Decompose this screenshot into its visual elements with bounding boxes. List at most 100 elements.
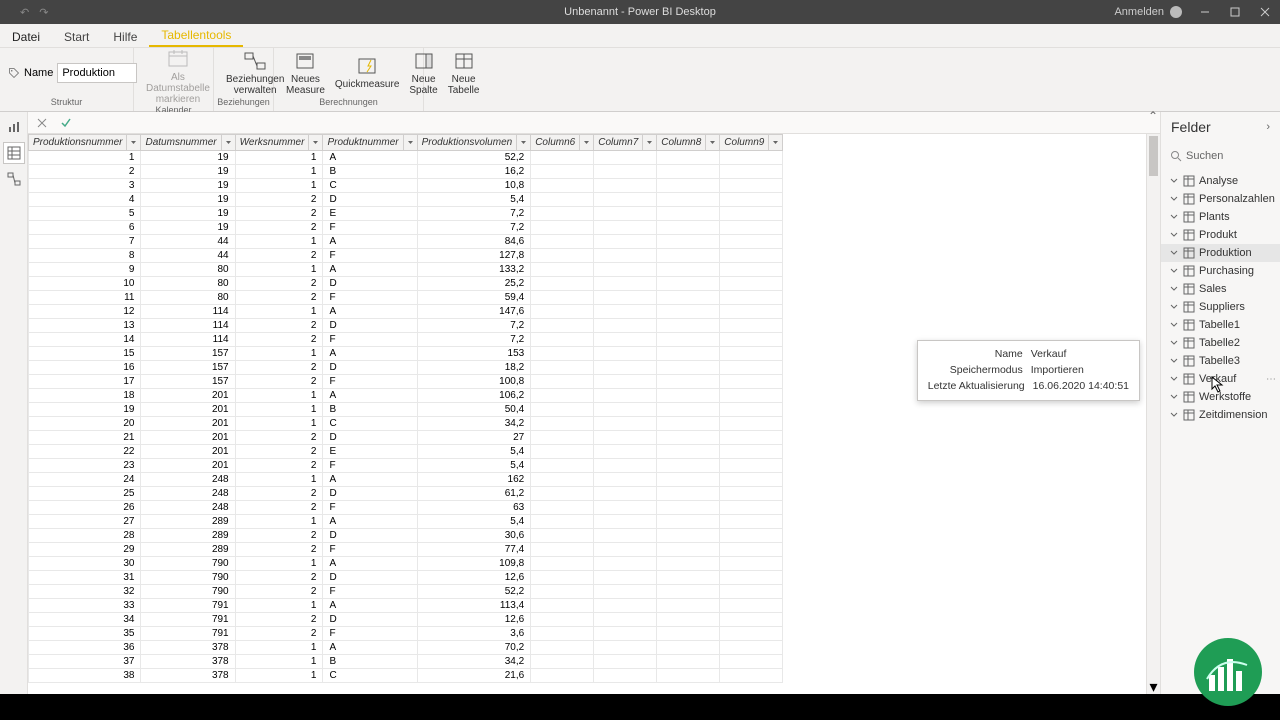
table-row[interactable]: 141142F7,2 bbox=[29, 333, 783, 347]
filter-dropdown-icon[interactable] bbox=[403, 135, 417, 150]
table-row[interactable]: 357912F3,6 bbox=[29, 627, 783, 641]
table-row[interactable]: 272891A5,4 bbox=[29, 515, 783, 529]
table-row[interactable]: 252482D61,2 bbox=[29, 487, 783, 501]
field-item-zeitdimension[interactable]: Zeitdimension⋯ bbox=[1161, 406, 1280, 424]
data-view-button[interactable] bbox=[3, 142, 25, 164]
undo-icon[interactable]: ↶ bbox=[20, 6, 29, 19]
table-row[interactable]: 10802D25,2 bbox=[29, 277, 783, 291]
column-header[interactable]: Column6 bbox=[531, 135, 594, 151]
tab-home[interactable]: Start bbox=[52, 26, 101, 47]
filter-dropdown-icon[interactable] bbox=[768, 135, 782, 150]
column-header[interactable]: Column7 bbox=[594, 135, 657, 151]
table-row[interactable]: 11802F59,4 bbox=[29, 291, 783, 305]
table-row[interactable]: 9801A133,2 bbox=[29, 263, 783, 277]
table-row[interactable]: 3191C10,8 bbox=[29, 179, 783, 193]
table-row[interactable]: 292892F77,4 bbox=[29, 543, 783, 557]
formula-cancel-icon[interactable] bbox=[34, 115, 50, 131]
filter-dropdown-icon[interactable] bbox=[516, 135, 530, 150]
table-row[interactable]: 6192F7,2 bbox=[29, 221, 783, 235]
collapse-ribbon-icon[interactable]: ⌃ bbox=[1148, 109, 1158, 123]
tab-tabletools[interactable]: Tabellentools bbox=[149, 24, 243, 47]
table-row[interactable]: 131142D7,2 bbox=[29, 319, 783, 333]
table-row[interactable]: 1191A52,2 bbox=[29, 151, 783, 165]
table-row[interactable]: 182011A106,2 bbox=[29, 389, 783, 403]
table-name-input[interactable] bbox=[57, 63, 137, 83]
redo-icon[interactable]: ↷ bbox=[39, 6, 48, 19]
field-item-purchasing[interactable]: Purchasing⋯ bbox=[1161, 262, 1280, 280]
signin-button[interactable]: Anmelden bbox=[1106, 6, 1190, 18]
column-header[interactable]: Column8 bbox=[657, 135, 720, 151]
table-row[interactable]: 307901A109,8 bbox=[29, 557, 783, 571]
table-row[interactable]: 8442F127,8 bbox=[29, 249, 783, 263]
table-row[interactable]: 121141A147,6 bbox=[29, 305, 783, 319]
filter-dropdown-icon[interactable] bbox=[308, 135, 322, 150]
more-icon[interactable]: ⋯ bbox=[1266, 374, 1276, 385]
table-icon bbox=[1183, 229, 1195, 241]
column-header[interactable]: Werksnummer bbox=[235, 135, 323, 151]
table-row[interactable]: 262482F63 bbox=[29, 501, 783, 515]
field-item-analyse[interactable]: Analyse⋯ bbox=[1161, 172, 1280, 190]
field-item-tabelle1[interactable]: Tabelle1⋯ bbox=[1161, 316, 1280, 334]
filter-dropdown-icon[interactable] bbox=[126, 135, 140, 150]
tab-help[interactable]: Hilfe bbox=[101, 26, 149, 47]
field-item-suppliers[interactable]: Suppliers⋯ bbox=[1161, 298, 1280, 316]
new-measure-button[interactable]: Neues Measure bbox=[282, 50, 329, 96]
filter-dropdown-icon[interactable] bbox=[642, 135, 656, 150]
table-row[interactable]: 192011B50,4 bbox=[29, 403, 783, 417]
chevron-down-icon bbox=[1169, 410, 1179, 420]
column-header[interactable]: Produktionsvolumen bbox=[417, 135, 531, 151]
table-row[interactable]: 222012E5,4 bbox=[29, 445, 783, 459]
minimize-button[interactable] bbox=[1190, 0, 1220, 24]
mark-datetable-button[interactable]: Als Datumstabelle markieren bbox=[142, 48, 214, 105]
column-header[interactable]: Produktnummer bbox=[323, 135, 417, 151]
table-row[interactable]: 383781C21,6 bbox=[29, 669, 783, 683]
column-header[interactable]: Produktionsnummer bbox=[29, 135, 141, 151]
new-table-button[interactable]: Neue Tabelle bbox=[444, 50, 484, 96]
table-row[interactable]: 232012F5,4 bbox=[29, 459, 783, 473]
field-item-tabelle2[interactable]: Tabelle2⋯ bbox=[1161, 334, 1280, 352]
table-row[interactable]: 202011C34,2 bbox=[29, 417, 783, 431]
table-row[interactable]: 151571A153 bbox=[29, 347, 783, 361]
maximize-button[interactable] bbox=[1220, 0, 1250, 24]
table-row[interactable]: 373781B34,2 bbox=[29, 655, 783, 669]
table-row[interactable]: 363781A70,2 bbox=[29, 641, 783, 655]
field-item-tabelle3[interactable]: Tabelle3⋯ bbox=[1161, 352, 1280, 370]
table-row[interactable]: 2191B16,2 bbox=[29, 165, 783, 179]
table-row[interactable]: 4192D5,4 bbox=[29, 193, 783, 207]
search-icon bbox=[1170, 150, 1182, 162]
field-item-produktion[interactable]: Produktion⋯ bbox=[1161, 244, 1280, 262]
new-column-button[interactable]: Neue Spalte bbox=[405, 50, 441, 96]
fields-search-input[interactable]: Suchen bbox=[1167, 146, 1274, 166]
table-row[interactable]: 7441A84,6 bbox=[29, 235, 783, 249]
column-header[interactable]: Datumsnummer bbox=[141, 135, 235, 151]
field-item-sales[interactable]: Sales⋯ bbox=[1161, 280, 1280, 298]
tab-file[interactable]: Datei bbox=[0, 26, 52, 47]
model-view-button[interactable] bbox=[3, 168, 25, 190]
close-button[interactable] bbox=[1250, 0, 1280, 24]
field-item-produkt[interactable]: Produkt⋯ bbox=[1161, 226, 1280, 244]
column-header[interactable]: Column9 bbox=[720, 135, 783, 151]
table-row[interactable]: 5192E7,2 bbox=[29, 207, 783, 221]
filter-dropdown-icon[interactable] bbox=[579, 135, 593, 150]
filter-dropdown-icon[interactable] bbox=[221, 135, 235, 150]
filter-dropdown-icon[interactable] bbox=[705, 135, 719, 150]
table-row[interactable]: 317902D12,6 bbox=[29, 571, 783, 585]
table-row[interactable]: 347912D12,6 bbox=[29, 613, 783, 627]
table-row[interactable]: 327902F52,2 bbox=[29, 585, 783, 599]
field-item-personalzahlen[interactable]: Personalzahlen⋯ bbox=[1161, 190, 1280, 208]
table-row[interactable]: 282892D30,6 bbox=[29, 529, 783, 543]
table-row[interactable]: 242481A162 bbox=[29, 473, 783, 487]
chevron-right-icon[interactable]: › bbox=[1266, 121, 1270, 133]
table-row[interactable]: 161572D18,2 bbox=[29, 361, 783, 375]
field-tooltip: NameVerkauf SpeichermodusImportieren Let… bbox=[917, 340, 1140, 401]
chevron-down-icon bbox=[1169, 320, 1179, 330]
vertical-scrollbar[interactable]: ▴ ▾ bbox=[1146, 134, 1160, 694]
table-row[interactable]: 171572F100,8 bbox=[29, 375, 783, 389]
table-row[interactable]: 337911A113,4 bbox=[29, 599, 783, 613]
quickmeasure-button[interactable]: Quickmeasure bbox=[331, 55, 403, 90]
field-item-plants[interactable]: Plants⋯ bbox=[1161, 208, 1280, 226]
table-row[interactable]: 212012D27 bbox=[29, 431, 783, 445]
formula-commit-icon[interactable] bbox=[58, 115, 74, 131]
report-view-button[interactable] bbox=[3, 116, 25, 138]
data-grid[interactable]: ProduktionsnummerDatumsnummerWerksnummer… bbox=[28, 134, 1146, 694]
